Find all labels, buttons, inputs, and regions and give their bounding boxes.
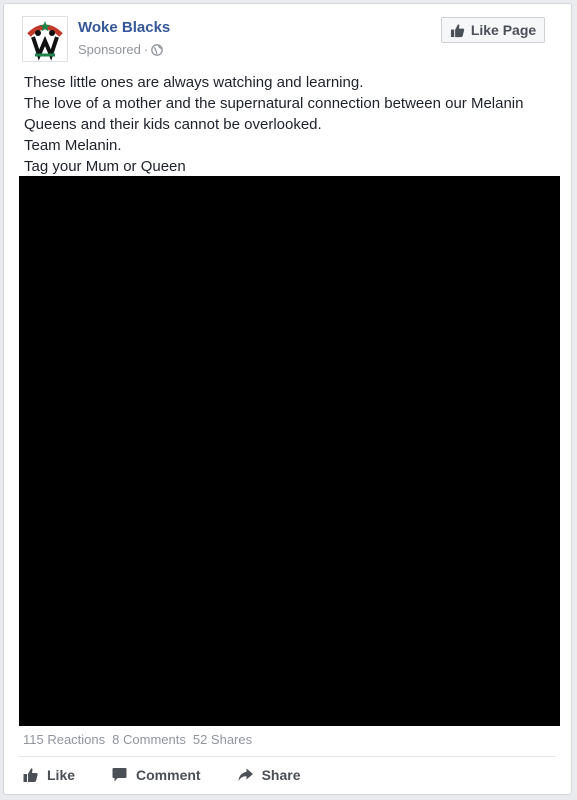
post-actions-bar: Like Comment Share [22, 764, 301, 786]
page-name-link[interactable]: Woke Blacks [78, 19, 170, 36]
post-text-line: The love of a mother and the supernatura… [24, 95, 524, 112]
comment-button[interactable]: Comment [111, 767, 201, 783]
globe-icon[interactable] [151, 43, 164, 56]
like-label: Like [47, 767, 76, 783]
reactions-count[interactable]: 115 Reactions [23, 732, 105, 747]
actions-divider [19, 756, 556, 757]
woke-blacks-logo-icon [23, 17, 67, 61]
sponsored-post-card: Woke Blacks Sponsored · Like Page These … [3, 3, 572, 795]
page-avatar[interactable] [22, 16, 68, 62]
post-header: Woke Blacks Sponsored · Like Page [22, 16, 555, 62]
share-arrow-icon [238, 768, 253, 781]
like-button[interactable]: Like [22, 767, 75, 783]
like-page-button[interactable]: Like Page [441, 17, 545, 43]
post-text-line: Team Melanin. [24, 137, 122, 154]
thumbs-up-icon [23, 768, 38, 782]
post-text-line: Queens and their kids cannot be overlook… [24, 116, 322, 133]
post-meta: Sponsored · [78, 42, 164, 57]
share-label: Share [261, 767, 301, 783]
share-button[interactable]: Share [237, 767, 301, 783]
comment-label: Comment [136, 767, 201, 783]
sponsored-label[interactable]: Sponsored [78, 42, 141, 57]
post-message: These little ones are always watching an… [24, 72, 554, 177]
like-page-label: Like Page [470, 22, 537, 38]
comment-icon [112, 768, 127, 782]
engagement-counts: 115 Reactions 8 Comments 52 Shares [23, 732, 252, 747]
thumbs-up-icon [450, 23, 464, 37]
post-text-line: Tag your Mum or Queen [24, 158, 186, 175]
meta-separator: · [143, 42, 149, 57]
comments-count[interactable]: 8 Comments [112, 732, 186, 747]
post-text-line: These little ones are always watching an… [24, 74, 364, 91]
shares-count[interactable]: 52 Shares [193, 732, 252, 747]
post-media-image[interactable] [19, 176, 560, 726]
